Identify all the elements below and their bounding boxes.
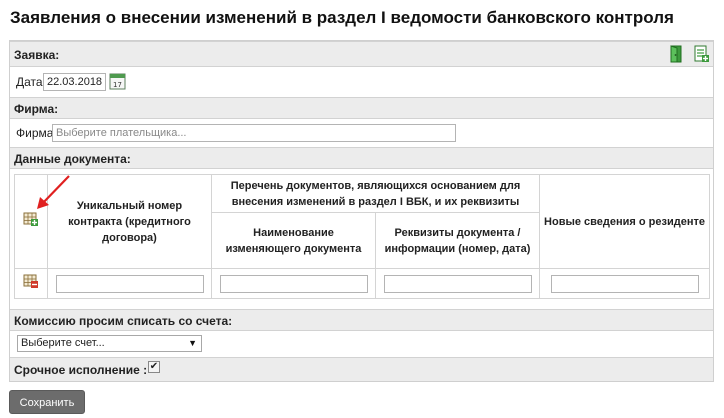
firm-input[interactable]: Выберите плательщика...: [52, 124, 456, 142]
section-urgent: Срочное исполнение :: [10, 357, 713, 381]
table-row: [14, 268, 711, 299]
doc-details-input[interactable]: [383, 274, 532, 293]
annotation-arrow-icon: [37, 175, 70, 209]
firm-row: Фирма Выберите плательщика...: [10, 119, 713, 147]
firm-label: Фирма: [16, 126, 54, 140]
excel-export-icon[interactable]: [694, 45, 710, 63]
application-form: Заявка: Дата 22.03.2018 17 Фирма: Фирма …: [9, 40, 714, 382]
dropdown-arrow-icon: ▼: [188, 338, 197, 348]
section-firm: Фирма:: [10, 97, 713, 119]
section-commission: Комиссию просим списать со счета:: [10, 309, 713, 331]
section-application: Заявка:: [10, 41, 713, 67]
page-title: Заявления о внесении изменений в раздел …: [10, 8, 674, 27]
section-application-label: Заявка:: [14, 48, 60, 62]
new-info-input[interactable]: [550, 274, 699, 293]
account-select[interactable]: Выберите счет... ▼: [17, 335, 202, 352]
header-new-info: Новые сведения о резиденте: [539, 174, 711, 269]
header-doc-name: Наименование изменяющего документа: [211, 212, 376, 269]
section-commission-label: Комиссию просим списать со счета:: [14, 314, 233, 328]
contract-input[interactable]: [55, 274, 204, 293]
save-button[interactable]: Сохранить: [9, 390, 85, 414]
section-document-label: Данные документа:: [14, 152, 131, 166]
add-row-icon[interactable]: [23, 211, 39, 227]
doc-name-input[interactable]: [219, 274, 368, 293]
exit-door-icon[interactable]: [668, 45, 684, 63]
date-row: Дата 22.03.2018 17: [10, 67, 713, 97]
date-input[interactable]: 22.03.2018: [43, 73, 106, 91]
calendar-day: 17: [113, 81, 122, 89]
document-table: Уникальный номер контракта (кредитного д…: [14, 174, 711, 299]
urgent-checkbox[interactable]: ✔: [148, 361, 160, 373]
date-label: Дата: [16, 75, 43, 89]
account-select-value: Выберите счет...: [21, 337, 105, 349]
section-document: Данные документа:: [10, 147, 713, 169]
urgent-label: Срочное исполнение :: [14, 363, 148, 377]
section-firm-label: Фирма:: [14, 102, 59, 116]
delete-row-icon[interactable]: [23, 273, 39, 289]
delete-row-cell: [14, 268, 48, 299]
header-doc-details: Реквизиты документа / информации (номер,…: [374, 212, 541, 269]
header-docs-group: Перечень документов, являющихся основани…: [210, 174, 541, 213]
calendar-icon[interactable]: 17: [109, 72, 126, 90]
